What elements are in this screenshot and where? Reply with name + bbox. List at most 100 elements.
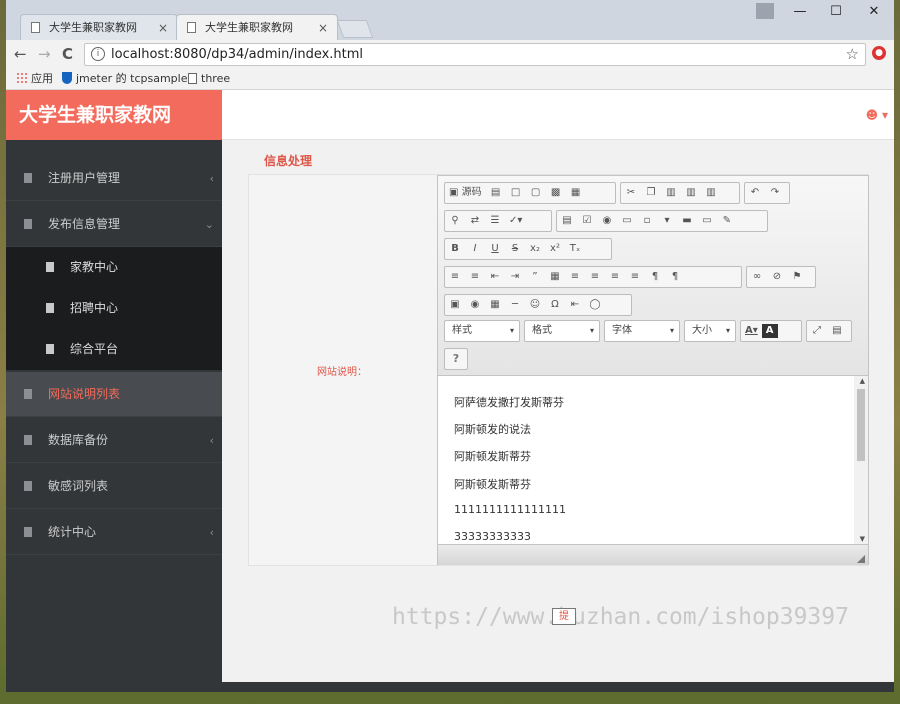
checkbox-icon[interactable]: ☑: [577, 211, 597, 231]
justify-icon[interactable]: ≡: [625, 267, 645, 287]
replace-icon[interactable]: ⇄: [465, 211, 485, 231]
button-icon[interactable]: ▬: [677, 211, 697, 231]
address-bar[interactable]: i localhost:8080/dp34/admin/index.html ☆: [84, 43, 866, 66]
preview-icon[interactable]: ▢: [526, 183, 546, 203]
info-icon[interactable]: i: [91, 47, 105, 61]
redo-icon[interactable]: ↷: [765, 183, 785, 203]
bulleted-list-icon[interactable]: ≡: [465, 267, 485, 287]
ltr-icon[interactable]: ¶: [645, 267, 665, 287]
site-brand[interactable]: 大学生兼职家教网: [6, 90, 222, 140]
anchor-icon[interactable]: ⚑: [787, 267, 807, 287]
unlink-icon[interactable]: ⊘: [767, 267, 787, 287]
select-all-icon[interactable]: ☰: [485, 211, 505, 231]
subscript-icon[interactable]: x₂: [525, 239, 545, 259]
textfield-icon[interactable]: ▭: [617, 211, 637, 231]
bookmark-jmeter[interactable]: jmeter 的 tcpsample: [62, 71, 187, 87]
smiley-icon[interactable]: ☺: [525, 295, 545, 315]
show-blocks-icon[interactable]: ▤: [827, 321, 847, 341]
help-button[interactable]: ?: [444, 348, 468, 370]
align-right-icon[interactable]: ≡: [605, 267, 625, 287]
outdent-icon[interactable]: ⇤: [485, 267, 505, 287]
new-page-icon[interactable]: □: [506, 183, 526, 203]
styles-select[interactable]: 样式 ▾: [444, 320, 520, 342]
underline-icon[interactable]: U: [485, 239, 505, 259]
bookmark-star-icon[interactable]: ☆: [846, 45, 859, 63]
align-left-icon[interactable]: ≡: [565, 267, 585, 287]
find-icon[interactable]: ⚲: [445, 211, 465, 231]
submit-button[interactable]: 提: [552, 608, 576, 625]
reload-button[interactable]: C: [62, 45, 73, 63]
cut-icon[interactable]: ✂: [621, 183, 641, 203]
submenu-item-recruit[interactable]: 招聘中心: [6, 288, 222, 329]
numbered-list-icon[interactable]: ≡: [445, 267, 465, 287]
user-menu-button[interactable]: ☻ ▾: [866, 108, 888, 122]
save-icon[interactable]: ▤: [486, 183, 506, 203]
bookmark-three[interactable]: three: [188, 71, 230, 87]
bold-icon[interactable]: B: [445, 239, 465, 259]
editor-content[interactable]: 阿萨德发撒打发斯蒂芬 阿斯顿发的说法 阿斯顿发斯蒂芬 阿斯顿发斯蒂芬 11111…: [438, 376, 868, 544]
select-icon[interactable]: ▾: [657, 211, 677, 231]
bookmark-apps[interactable]: 应用: [16, 71, 53, 87]
align-center-icon[interactable]: ≡: [585, 267, 605, 287]
submenu-item-tutor[interactable]: 家教中心: [6, 247, 222, 288]
tab-close-icon[interactable]: ×: [318, 15, 328, 41]
tab-close-icon[interactable]: ×: [158, 15, 168, 41]
spellcheck-icon[interactable]: ✓▾: [505, 211, 526, 231]
minimize-button[interactable]: —: [782, 0, 818, 24]
format-select[interactable]: 格式 ▾: [524, 320, 600, 342]
paste-icon[interactable]: ▥: [661, 183, 681, 203]
profile-icon[interactable]: [756, 3, 774, 19]
table-icon[interactable]: ▦: [485, 295, 505, 315]
sidebar-item-words[interactable]: 敏感词列表: [6, 464, 222, 509]
resize-handle-icon[interactable]: [857, 555, 865, 563]
italic-icon[interactable]: I: [465, 239, 485, 259]
strike-icon[interactable]: S: [505, 239, 525, 259]
scroll-down-icon[interactable]: ▼: [860, 535, 865, 543]
close-window-button[interactable]: ✕: [856, 0, 892, 24]
source-button[interactable]: ▣ 源码: [445, 183, 486, 203]
bg-color-icon[interactable]: A: [761, 324, 778, 338]
radio-icon[interactable]: ◉: [597, 211, 617, 231]
rtl-icon[interactable]: ¶: [665, 267, 685, 287]
remove-format-icon[interactable]: Tₓ: [565, 239, 585, 259]
flash-icon[interactable]: ◉: [465, 295, 485, 315]
hidden-field-icon[interactable]: ✎: [717, 211, 737, 231]
font-select[interactable]: 字体 ▾: [604, 320, 680, 342]
sidebar-item-backup[interactable]: 数据库备份 ‹: [6, 418, 222, 463]
div-icon[interactable]: ▦: [545, 267, 565, 287]
sidebar-item-site-notes[interactable]: 网站说明列表: [6, 372, 222, 417]
iframe-icon[interactable]: ◯: [585, 295, 605, 315]
paste-word-icon[interactable]: ▥: [701, 183, 721, 203]
back-button[interactable]: ←: [14, 45, 27, 63]
special-char-icon[interactable]: Ω: [545, 295, 565, 315]
blockquote-icon[interactable]: ”: [525, 267, 545, 287]
undo-icon[interactable]: ↶: [745, 183, 765, 203]
new-tab-button[interactable]: [336, 20, 374, 38]
sidebar-item-stats[interactable]: 统计中心 ‹: [6, 510, 222, 555]
tab-2[interactable]: 大学生兼职家教网 ×: [176, 14, 338, 40]
page-break-icon[interactable]: ⇤: [565, 295, 585, 315]
extension-icon[interactable]: ●: [872, 46, 886, 60]
form-icon[interactable]: ▤: [557, 211, 577, 231]
paste-text-icon[interactable]: ▥: [681, 183, 701, 203]
editor-scrollbar[interactable]: ▲ ▼: [854, 376, 868, 544]
link-icon[interactable]: ∞: [747, 267, 767, 287]
scroll-thumb[interactable]: [857, 389, 865, 461]
indent-icon[interactable]: ⇥: [505, 267, 525, 287]
horizontal-rule-icon[interactable]: ─: [505, 295, 525, 315]
superscript-icon[interactable]: x²: [545, 239, 565, 259]
maximize-icon[interactable]: ⤢: [807, 321, 827, 341]
scroll-up-icon[interactable]: ▲: [860, 377, 865, 385]
sidebar-item-users[interactable]: 注册用户管理 ‹: [6, 156, 222, 201]
tab-1[interactable]: 大学生兼职家教网 ×: [20, 14, 178, 40]
copy-icon[interactable]: ❐: [641, 183, 661, 203]
textarea-icon[interactable]: ▫: [637, 211, 657, 231]
templates-icon[interactable]: ▦: [566, 183, 586, 203]
image-icon[interactable]: ▣: [445, 295, 465, 315]
size-select[interactable]: 大小 ▾: [684, 320, 736, 342]
print-icon[interactable]: ▩: [546, 183, 566, 203]
submenu-item-platform[interactable]: 综合平台: [6, 329, 222, 370]
image-button-icon[interactable]: ▭: [697, 211, 717, 231]
maximize-button[interactable]: ☐: [818, 0, 854, 24]
sidebar-item-publish[interactable]: 发布信息管理 ⌄: [6, 202, 222, 247]
